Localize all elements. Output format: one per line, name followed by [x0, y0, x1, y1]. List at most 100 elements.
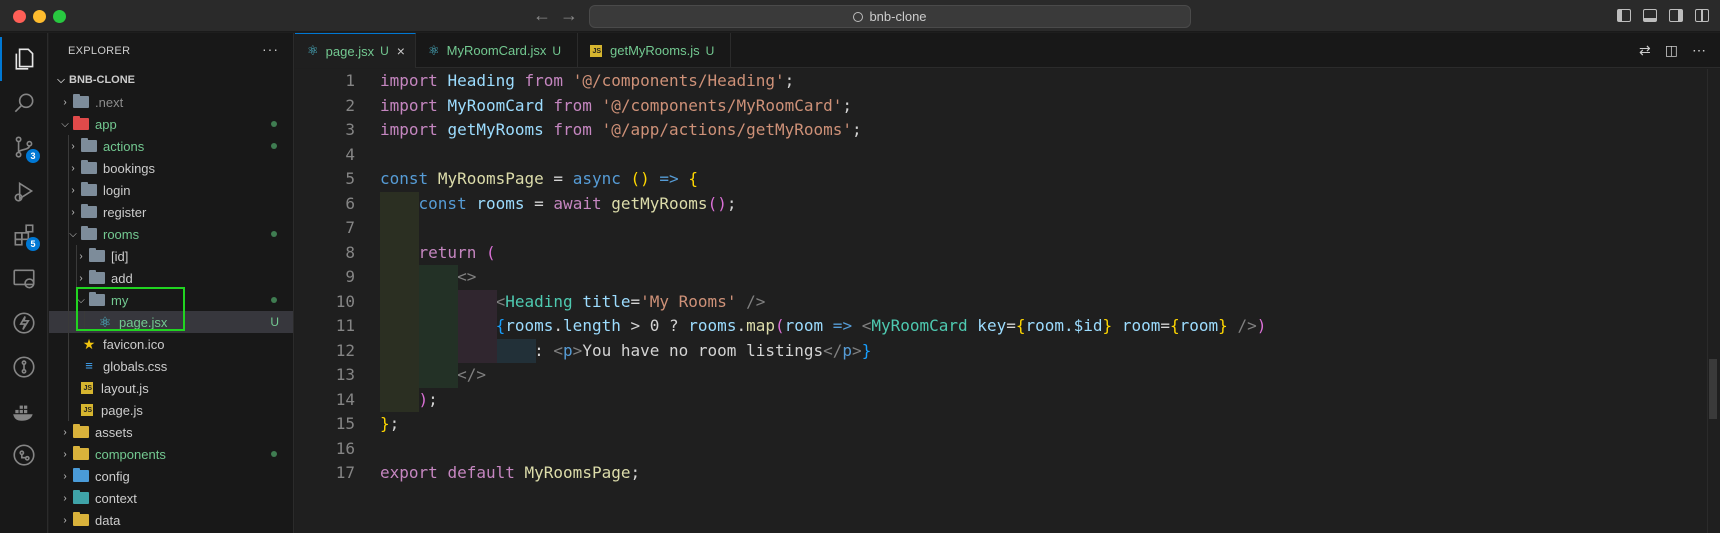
tab-status: U [705, 43, 715, 58]
search-icon[interactable] [0, 81, 48, 125]
line-number: 15 [335, 414, 355, 433]
code-line: {rooms.length > 0 ? rooms.map(room => <M… [380, 314, 1266, 339]
customize-layout-icon[interactable] [1695, 9, 1709, 22]
tree-item-context[interactable]: › context [49, 487, 293, 509]
tree-item-page-jsx[interactable]: ⚛ page.jsx U [49, 311, 293, 333]
tree-item-actions[interactable]: › actions [49, 135, 293, 157]
code-line: : <p>You have no room listings</p>} [380, 338, 1266, 363]
tree-item-config[interactable]: › config [49, 465, 293, 487]
tree-item-add[interactable]: › add [49, 267, 293, 289]
toggle-primary-sidebar-icon[interactable] [1617, 9, 1631, 22]
tree-item-register[interactable]: › register [49, 201, 293, 223]
tree-item-globals-css[interactable]: ≡ globals.css [49, 355, 293, 377]
modified-dot-icon [271, 451, 277, 457]
close-icon[interactable]: × [397, 43, 405, 59]
maximize-window-button[interactable] [53, 10, 66, 23]
remote-explorer-icon[interactable] [0, 257, 48, 301]
project-name: BNB-CLONE [69, 74, 135, 86]
gitlens-icon[interactable] [0, 433, 48, 477]
tab-label: page.jsx [325, 43, 375, 59]
tree-item-label: context [95, 490, 137, 506]
git-graph-icon[interactable] [0, 345, 48, 389]
tree-item-label: page.jsx [119, 314, 168, 330]
tree-item-assets[interactable]: › assets [49, 421, 293, 443]
code-line: }; [380, 414, 400, 433]
vertical-scrollbar[interactable] [1707, 69, 1720, 533]
chevron-right-icon: › [63, 96, 67, 108]
folder-icon [81, 204, 97, 218]
more-actions-icon[interactable]: ··· [262, 41, 279, 57]
run-debug-icon[interactable] [0, 169, 48, 213]
line-number: 3 [345, 120, 355, 139]
tree-item-layout-js[interactable]: JS layout.js [49, 377, 293, 399]
source-control-icon[interactable]: 3 [0, 125, 48, 169]
indent-guide [68, 223, 69, 245]
lightning-icon[interactable] [0, 301, 48, 345]
extensions-icon[interactable]: 5 [0, 213, 48, 257]
code-line: import Heading from '@/components/Headin… [380, 71, 795, 90]
folder-icon [81, 138, 97, 152]
tree-item-my[interactable]: ⌵ my [49, 289, 293, 311]
tree-item-page-js[interactable]: JS page.js [49, 399, 293, 421]
folder-config-icon [73, 468, 89, 482]
split-editor-icon[interactable]: ◫ [1665, 42, 1678, 59]
code-editor[interactable]: 1 2 3 4 5 6 7 8 9 10 11 12 13 14 15 16 1… [295, 69, 1707, 533]
tree-item-label: layout.js [101, 380, 149, 396]
tree-item-label: login [103, 182, 131, 198]
line-number: 4 [345, 144, 355, 164]
forward-arrow-icon[interactable]: → [560, 5, 578, 26]
folder-icon [73, 446, 89, 460]
window-title: bnb-clone [869, 9, 927, 24]
tree-item-components[interactable]: › components [49, 443, 293, 465]
tree-item-label: data [95, 512, 121, 528]
scrollbar-thumb[interactable] [1709, 359, 1717, 419]
tab-page-jsx[interactable]: ⚛ page.jsx U × [295, 33, 416, 68]
close-window-button[interactable] [13, 10, 26, 23]
tab-myroomcard-jsx[interactable]: ⚛ MyRoomCard.jsx U [416, 33, 578, 68]
tree-item-id[interactable]: › [id] [49, 245, 293, 267]
tree-item-data[interactable]: › data [49, 509, 293, 531]
indent-guide [68, 399, 69, 421]
explorer-icon[interactable] [0, 37, 48, 81]
back-arrow-icon[interactable]: ← [533, 5, 551, 26]
toggle-secondary-sidebar-icon[interactable] [1669, 9, 1683, 22]
minimize-window-button[interactable] [33, 10, 46, 23]
line-number: 10 [335, 291, 355, 311]
chevron-right-icon: › [63, 514, 67, 526]
code-line: import getMyRooms from '@/app/actions/ge… [380, 120, 862, 139]
project-section[interactable]: ⌵ BNB-CLONE [49, 69, 293, 91]
indent-guide [84, 311, 85, 333]
toggle-panel-icon[interactable] [1643, 9, 1657, 22]
more-actions-icon[interactable]: ⋯ [1692, 42, 1706, 59]
search-icon [853, 12, 864, 22]
tab-status: U [552, 43, 562, 58]
line-number: 7 [345, 218, 355, 237]
tree-item-label: app [95, 116, 117, 132]
tree-item-rooms[interactable]: ⌵ rooms [49, 223, 293, 245]
tree-item-next[interactable]: › .next [49, 91, 293, 113]
explorer-header: EXPLORER ··· [49, 33, 293, 69]
code-line [380, 216, 1266, 241]
editor-actions: ⇄ ◫ ⋯ [1639, 42, 1706, 59]
line-number: 12 [335, 340, 355, 360]
indent-guide [68, 377, 69, 399]
indent-guide [68, 245, 69, 267]
extensions-badge: 5 [26, 237, 40, 251]
docker-icon[interactable] [0, 389, 48, 433]
tree-item-bookings[interactable]: › bookings [49, 157, 293, 179]
open-changes-icon[interactable]: ⇄ [1639, 42, 1651, 59]
tree-item-login[interactable]: › login [49, 179, 293, 201]
folder-context-icon [73, 490, 89, 504]
line-number: 5 [345, 169, 355, 188]
untracked-status: U [270, 315, 279, 329]
line-number: 6 [345, 193, 355, 213]
tab-getmyrooms-js[interactable]: JS getMyRooms.js U [578, 33, 731, 68]
command-center-search[interactable]: bnb-clone [589, 5, 1191, 28]
tree-item-app[interactable]: ⌵ app [49, 113, 293, 135]
modified-dot-icon [271, 231, 277, 237]
editor-tab-bar: ⚛ page.jsx U × ⚛ MyRoomCard.jsx U JS get… [295, 33, 1720, 68]
line-number: 2 [345, 95, 355, 115]
code-line: </> [380, 363, 1266, 388]
folder-icon [89, 270, 105, 284]
tree-item-favicon[interactable]: ★ favicon.ico [49, 333, 293, 355]
